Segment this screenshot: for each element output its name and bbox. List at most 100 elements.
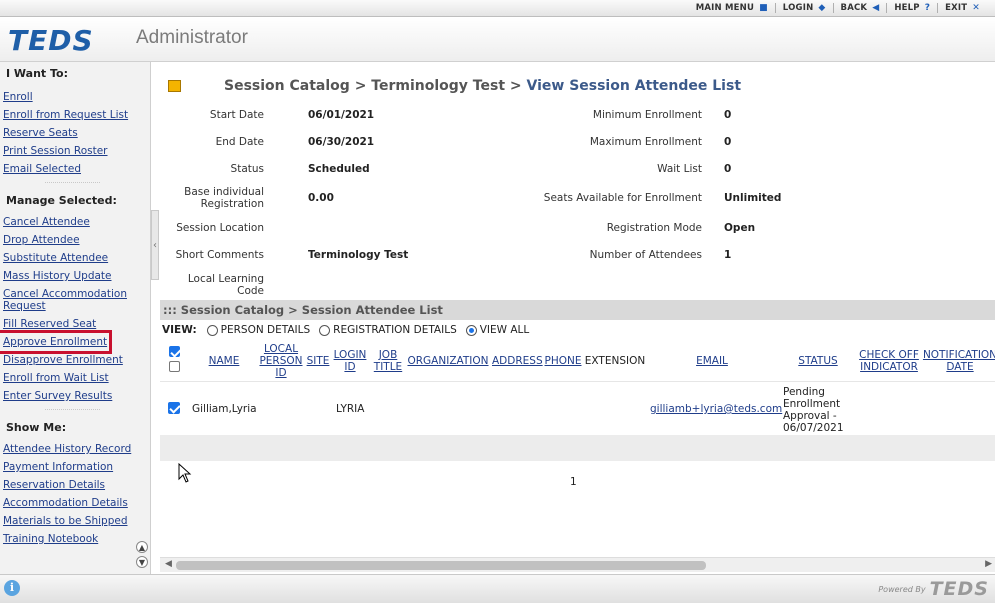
login-label: LOGIN bbox=[782, 3, 814, 13]
enroll-from-request-list-link[interactable]: Enroll from Request List bbox=[0, 106, 150, 124]
seats-available-value: Unlimited bbox=[724, 192, 782, 204]
wait-list-value: 0 bbox=[724, 163, 732, 175]
end-date-label: End Date bbox=[215, 136, 264, 148]
page-title-row: Session Catalog > Terminology Test > Vie… bbox=[168, 78, 741, 94]
teds-logo: TEDS bbox=[8, 24, 94, 57]
radio-selected-icon[interactable] bbox=[465, 324, 477, 336]
pager[interactable]: 1 bbox=[570, 476, 577, 488]
column-organization[interactable]: ORGANIZATION bbox=[407, 355, 489, 367]
substitute-attendee-link[interactable]: Substitute Attendee bbox=[0, 249, 150, 267]
divider bbox=[45, 409, 100, 419]
info-icon[interactable]: i bbox=[4, 580, 20, 596]
column-status[interactable]: STATUS bbox=[796, 355, 840, 367]
breadcrumb-separator: > bbox=[509, 78, 522, 94]
column-email[interactable]: EMAIL bbox=[694, 355, 730, 367]
accommodation-details-link[interactable]: Accommodation Details bbox=[0, 494, 150, 512]
attendee-login-id: LYRIA bbox=[336, 403, 365, 415]
top-nav: MAIN MENU ■ LOGIN ◆ BACK ◀ HELP ? EXIT ✕ bbox=[689, 3, 987, 13]
view-all-option[interactable]: VIEW ALL bbox=[465, 324, 530, 336]
attendee-table-header: NAME LOCAL PERSON ID SITE LOGIN ID JOB T… bbox=[160, 343, 995, 381]
manage-selected-heading: Manage Selected: bbox=[6, 194, 117, 207]
main-menu-label: MAIN MENU bbox=[695, 3, 755, 13]
number-of-attendees-label: Number of Attendees bbox=[589, 249, 702, 261]
short-comments-label: Short Comments bbox=[175, 249, 264, 261]
enroll-link[interactable]: Enroll bbox=[0, 88, 150, 106]
drop-attendee-link[interactable]: Drop Attendee bbox=[0, 231, 150, 249]
attendee-name: Gilliam,Lyria bbox=[192, 403, 257, 415]
session-location-label: Session Location bbox=[176, 222, 264, 234]
column-login-id[interactable]: LOGIN ID bbox=[332, 349, 368, 373]
column-site[interactable]: SITE bbox=[306, 355, 330, 367]
view-all-label: VIEW ALL bbox=[479, 324, 530, 336]
exit-label: EXIT bbox=[945, 3, 968, 13]
fill-reserved-seat-link[interactable]: Fill Reserved Seat bbox=[0, 315, 150, 333]
view-registration-details-option[interactable]: REGISTRATION DETAILS bbox=[319, 324, 457, 336]
column-phone[interactable]: PHONE bbox=[544, 355, 582, 367]
breadcrumb-separator: > bbox=[354, 78, 367, 94]
powered-by-label: Powered By bbox=[878, 584, 926, 594]
attendee-status: Pending Enrollment Approval - 06/07/2021 bbox=[783, 386, 844, 434]
view-person-details-option[interactable]: PERSON DETAILS bbox=[206, 324, 310, 336]
scrollbar-thumb[interactable] bbox=[176, 561, 706, 570]
email-selected-link[interactable]: Email Selected bbox=[0, 160, 150, 178]
approve-enrollment-link[interactable]: Approve Enrollment bbox=[0, 330, 112, 354]
column-local-person-id[interactable]: LOCAL PERSON ID bbox=[258, 343, 304, 379]
login-link[interactable]: LOGIN ◆ bbox=[776, 3, 834, 13]
select-all-checkbox[interactable] bbox=[169, 361, 180, 372]
base-registration-label: Base individual Registration bbox=[184, 186, 264, 210]
maximum-enrollment-label: Maximum Enrollment bbox=[589, 136, 702, 148]
exit-close-icon: ✕ bbox=[972, 3, 980, 13]
collapse-sidebar-icon[interactable]: ‹ bbox=[151, 210, 159, 280]
local-learning-code-label: Local Learning Code bbox=[187, 273, 264, 297]
column-name[interactable]: NAME bbox=[208, 355, 240, 367]
mass-history-update-link[interactable]: Mass History Update bbox=[0, 267, 150, 285]
horizontal-scrollbar[interactable]: ◀ ▶ bbox=[160, 557, 995, 572]
table-row[interactable]: Gilliam,Lyria LYRIA gilliamb+lyria@teds.… bbox=[160, 381, 995, 435]
column-notification-date[interactable]: NOTIFICATION DATE bbox=[922, 349, 995, 373]
page-icon bbox=[168, 80, 181, 92]
training-notebook-link[interactable]: Training Notebook bbox=[0, 530, 150, 548]
reserve-seats-link[interactable]: Reserve Seats bbox=[0, 124, 150, 142]
start-date-label: Start Date bbox=[209, 109, 264, 121]
scroll-up-icon[interactable]: ▲ bbox=[136, 541, 148, 553]
print-session-roster-link[interactable]: Print Session Roster bbox=[0, 142, 150, 160]
help-link[interactable]: HELP ? bbox=[887, 3, 939, 13]
radio-icon[interactable] bbox=[206, 324, 218, 336]
powered-by: Powered By TEDS bbox=[878, 578, 989, 600]
scroll-left-icon[interactable]: ◀ bbox=[165, 559, 172, 569]
mouse-cursor-icon bbox=[178, 463, 192, 483]
base-registration-value: 0.00 bbox=[308, 192, 334, 204]
divider bbox=[45, 182, 100, 192]
select-all-checked-icon[interactable] bbox=[169, 346, 180, 357]
section-header: ::: Session Catalog > Session Attendee L… bbox=[160, 300, 995, 320]
disapprove-enrollment-link[interactable]: Disapprove Enrollment bbox=[0, 351, 150, 369]
materials-to-be-shipped-link[interactable]: Materials to be Shipped bbox=[0, 512, 150, 530]
back-link[interactable]: BACK ◀ bbox=[834, 3, 888, 13]
cancel-accommodation-request-link[interactable]: Cancel Accommodation Request bbox=[0, 285, 140, 315]
column-check-off-indicator[interactable]: CHECK OFF INDICATOR bbox=[858, 349, 920, 373]
number-of-attendees-value: 1 bbox=[724, 249, 732, 261]
radio-icon[interactable] bbox=[319, 324, 331, 336]
scroll-right-icon[interactable]: ▶ bbox=[985, 559, 992, 569]
cancel-attendee-link[interactable]: Cancel Attendee bbox=[0, 213, 150, 231]
exit-link[interactable]: EXIT ✕ bbox=[938, 3, 987, 13]
column-address[interactable]: ADDRESS bbox=[492, 355, 543, 367]
main-menu-link[interactable]: MAIN MENU ■ bbox=[689, 3, 776, 13]
registration-mode-label: Registration Mode bbox=[606, 222, 702, 234]
enter-survey-results-link[interactable]: Enter Survey Results bbox=[0, 387, 150, 405]
show-me-heading: Show Me: bbox=[6, 421, 67, 434]
login-icon: ◆ bbox=[818, 3, 826, 13]
scroll-down-icon[interactable]: ▼ bbox=[136, 556, 148, 568]
payment-information-link[interactable]: Payment Information bbox=[0, 458, 150, 476]
table-footer-row bbox=[160, 435, 995, 461]
row-checkbox[interactable] bbox=[168, 402, 180, 414]
minimum-enrollment-value: 0 bbox=[724, 109, 732, 121]
help-label: HELP bbox=[894, 3, 920, 13]
attendee-email-link[interactable]: gilliamb+lyria@teds.com bbox=[650, 403, 782, 415]
column-job-title[interactable]: JOB TITLE bbox=[372, 349, 404, 373]
enroll-from-wait-list-link[interactable]: Enroll from Wait List bbox=[0, 369, 150, 387]
top-nav-bar: MAIN MENU ■ LOGIN ◆ BACK ◀ HELP ? EXIT ✕ bbox=[0, 0, 995, 17]
view-label: VIEW: bbox=[162, 324, 197, 336]
reservation-details-link[interactable]: Reservation Details bbox=[0, 476, 150, 494]
attendee-history-record-link[interactable]: Attendee History Record bbox=[0, 440, 150, 458]
